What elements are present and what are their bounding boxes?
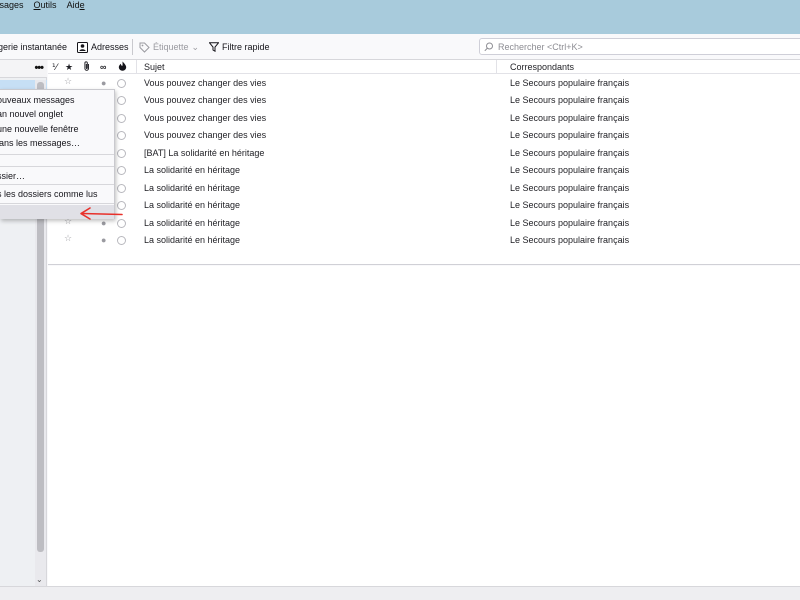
- address-book-button[interactable]: Adresses: [77, 40, 129, 54]
- message-preview-pane: [48, 266, 800, 586]
- message-list-header: ⅟ ★ ∞ Sujet Correspondants: [48, 60, 800, 74]
- message-subject: La solidarité en héritage: [144, 183, 241, 193]
- message-subject: La solidarité en héritage: [144, 200, 241, 210]
- toolbar-divider: [132, 39, 133, 55]
- instant-messaging-label: gerie instantanée: [0, 42, 68, 52]
- junk-status-icon[interactable]: [117, 236, 126, 245]
- menu-item-new-folder[interactable]: ssier…: [0, 169, 114, 183]
- message-list: ⅟ ★ ∞ Sujet Correspondants ☆ ● Vous pouv…: [48, 60, 800, 265]
- message-subject: La solidarité en héritage: [144, 235, 241, 245]
- menu-messages[interactable]: ssages: [0, 0, 25, 12]
- message-subject: Vous pouvez changer des vies: [144, 130, 267, 140]
- menu-bar: ssages Outils Aide: [0, 0, 800, 34]
- address-book-icon: [77, 41, 88, 53]
- message-subject: Vous pouvez changer des vies: [144, 95, 267, 105]
- message-row[interactable]: ☆ ● Vous pouvez changer des vies Le Seco…: [48, 110, 800, 127]
- starred-column-icon[interactable]: ★: [65, 61, 73, 73]
- filter-icon: [209, 42, 219, 52]
- message-correspondent: Le Secours populaire français: [510, 95, 630, 105]
- message-correspondent: Le Secours populaire français: [510, 183, 630, 193]
- menu-item-search-messages[interactable]: lans les messages…: [0, 136, 114, 150]
- message-row[interactable]: ☆ ● Vous pouvez changer des vies Le Seco…: [48, 92, 800, 109]
- message-row[interactable]: ☆ ● La solidarité en héritage Le Secours…: [48, 215, 800, 232]
- tag-icon: [139, 42, 150, 53]
- star-icon[interactable]: ☆: [64, 76, 72, 87]
- message-correspondent: Le Secours populaire français: [510, 78, 630, 88]
- folder-context-menu: ouveaux messages an nouvel onglet une no…: [0, 89, 115, 219]
- menu-item-mark-all-folders-read[interactable]: s les dossiers comme lus: [0, 187, 114, 201]
- junk-column-icon[interactable]: [118, 61, 127, 74]
- subject-column-header[interactable]: Sujet: [144, 61, 165, 73]
- junk-status-icon[interactable]: [117, 184, 126, 193]
- chevron-down-icon: ⌄: [191, 41, 200, 52]
- menu-help[interactable]: Aide: [66, 0, 86, 12]
- message-correspondent: Le Secours populaire français: [510, 235, 630, 245]
- status-bar: [0, 586, 800, 600]
- message-correspondent: Le Secours populaire français: [510, 148, 630, 158]
- tag-button[interactable]: Étiquette ⌄: [139, 40, 199, 54]
- column-divider[interactable]: [136, 60, 137, 74]
- attachment-column-icon[interactable]: [83, 61, 91, 74]
- column-divider[interactable]: [496, 60, 497, 74]
- thread-column-icon[interactable]: ⅟: [52, 61, 57, 73]
- scroll-down-icon[interactable]: ⌄: [36, 575, 43, 584]
- message-subject: [BAT] La solidarité en héritage: [144, 148, 265, 158]
- read-status-column-icon[interactable]: ∞: [100, 61, 106, 73]
- search-input[interactable]: Rechercher <Ctrl+K>: [479, 38, 800, 55]
- message-subject: La solidarité en héritage: [144, 165, 241, 175]
- quick-filter-button[interactable]: Filtre rapide: [209, 40, 270, 54]
- message-row[interactable]: ☆ ● Vous pouvez changer des vies Le Seco…: [48, 75, 800, 92]
- junk-status-icon[interactable]: [117, 166, 126, 175]
- junk-status-icon[interactable]: [117, 79, 126, 88]
- star-icon[interactable]: ☆: [64, 233, 72, 244]
- message-correspondent: Le Secours populaire français: [510, 113, 630, 123]
- message-row[interactable]: ☆ ● La solidarité en héritage Le Secours…: [48, 162, 800, 179]
- junk-status-icon[interactable]: [117, 131, 126, 140]
- message-correspondent: Le Secours populaire français: [510, 200, 630, 210]
- folder-pane-header: •••: [0, 60, 47, 78]
- unread-dot-icon[interactable]: ●: [101, 235, 106, 246]
- message-correspondent: Le Secours populaire français: [510, 218, 630, 228]
- message-subject: Vous pouvez changer des vies: [144, 78, 267, 88]
- menu-item-get-new-messages[interactable]: ouveaux messages: [0, 93, 114, 107]
- message-subject: Vous pouvez changer des vies: [144, 113, 267, 123]
- menu-separator: [0, 203, 114, 204]
- junk-status-icon[interactable]: [117, 149, 126, 158]
- address-book-label: Adresses: [91, 42, 129, 52]
- message-row[interactable]: ☆ ● Vous pouvez changer des vies Le Seco…: [48, 127, 800, 144]
- message-correspondent: Le Secours populaire français: [510, 165, 630, 175]
- message-row[interactable]: ☆ ● [BAT] La solidarité en héritage Le S…: [48, 145, 800, 162]
- menu-tools[interactable]: Outils: [33, 0, 58, 12]
- message-row[interactable]: ☆ ● La solidarité en héritage Le Secours…: [48, 180, 800, 197]
- menu-item-open-new-window[interactable]: une nouvelle fenêtre: [0, 122, 114, 136]
- tag-label: Étiquette: [153, 42, 189, 52]
- menu-separator: [0, 154, 114, 155]
- message-row[interactable]: ☆ ● La solidarité en héritage Le Secours…: [48, 197, 800, 214]
- more-options-icon[interactable]: •••: [34, 62, 44, 74]
- red-arrow-annotation: [80, 207, 123, 220]
- junk-status-icon[interactable]: [117, 114, 126, 123]
- message-correspondent: Le Secours populaire français: [510, 130, 630, 140]
- junk-status-icon[interactable]: [117, 96, 126, 105]
- menu-item-open-new-tab[interactable]: an nouvel onglet: [0, 107, 114, 121]
- menu-separator: [0, 166, 114, 167]
- unread-dot-icon[interactable]: ●: [101, 78, 106, 89]
- message-row[interactable]: ☆ ● La solidarité en héritage Le Secours…: [48, 232, 800, 249]
- correspondents-column-header[interactable]: Correspondants: [510, 61, 574, 73]
- message-subject: La solidarité en héritage: [144, 218, 241, 228]
- instant-messaging-button[interactable]: gerie instantanée: [0, 40, 67, 54]
- quick-filter-label: Filtre rapide: [222, 42, 270, 52]
- search-placeholder: Rechercher <Ctrl+K>: [498, 41, 583, 52]
- search-icon: [484, 42, 493, 51]
- menu-separator: [0, 184, 114, 185]
